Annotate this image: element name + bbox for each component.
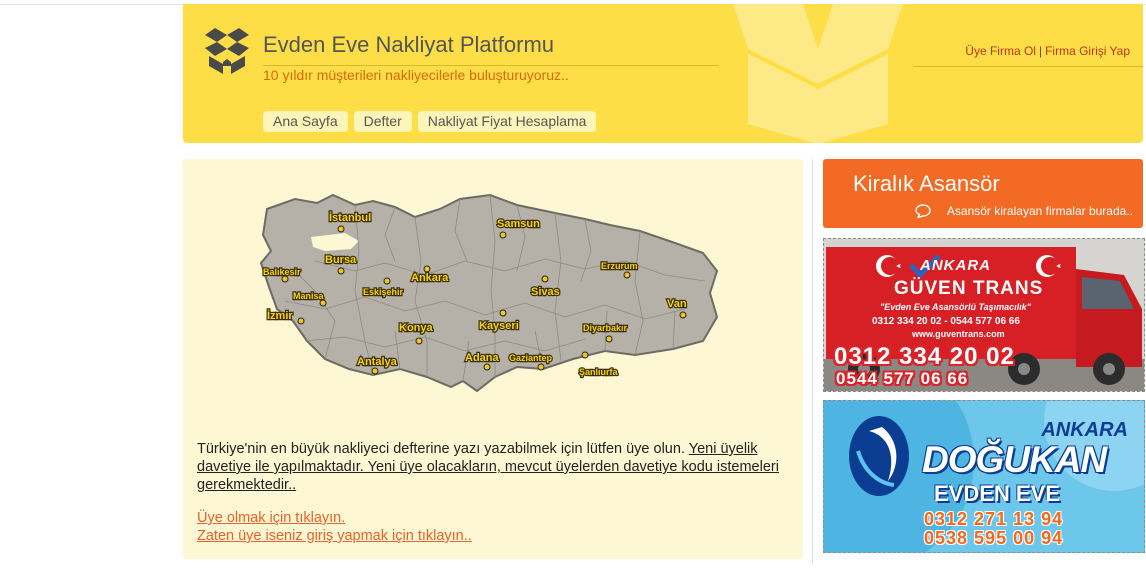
nav-defter[interactable]: Defter	[353, 111, 412, 132]
account-links: Üye Firma Ol | Firma Girişi Yap	[965, 44, 1130, 58]
ad1-phone-1: 0312 334 20 02	[834, 343, 1015, 370]
city-label-sivas[interactable]: Sivas	[530, 285, 561, 299]
register-firm-link[interactable]: Üye Firma Ol	[965, 44, 1036, 58]
city-label-istanbul[interactable]: İstanbul	[328, 210, 373, 225]
main-nav: Ana Sayfa Defter Nakliyat Fiyat Hesaplam…	[263, 111, 597, 132]
ad1-phone-line: 0312 334 20 02 - 0544 577 06 66	[872, 316, 1020, 327]
speech-bubble-icon	[915, 204, 931, 218]
city-marker-van[interactable]	[679, 311, 687, 319]
title-divider	[263, 65, 719, 66]
turkish-flag-icon	[1036, 255, 1061, 277]
city-label-izmir[interactable]: İzmir	[266, 308, 295, 323]
elevator-rental-banner[interactable]: Kiralık Asansör Asansör kiralayan firmal…	[823, 159, 1143, 228]
firm-login-link[interactable]: Firma Girişi Yap	[1045, 44, 1130, 58]
city-label-kayseri[interactable]: Kayseri	[478, 319, 520, 333]
login-link[interactable]: Zaten üye iseniz giriş yapmak için tıkla…	[197, 528, 472, 544]
city-marker-diyarbakr[interactable]	[605, 335, 613, 343]
intro-plain-text: Türkiye'nin en büyük nakliyeci defterine…	[197, 441, 689, 457]
site-header: Evden Eve Nakliyat Platformu 10 yıldır m…	[183, 4, 1143, 143]
city-marker-antalya[interactable]	[371, 367, 379, 375]
site-title[interactable]: Evden Eve Nakliyat Platformu	[263, 32, 554, 58]
guven-trans-ad[interactable]: ANKARA GÜVEN TRANS "Evden Eve Asansörlü …	[823, 238, 1145, 392]
open-box-illustration	[733, 4, 903, 143]
elevator-rental-title: Kiralık Asansör	[853, 171, 1000, 196]
register-link[interactable]: Üye olmak için tıklayın.	[197, 510, 345, 526]
city-label-erzurum[interactable]: Erzurum	[600, 260, 639, 272]
box-logo-icon	[205, 28, 249, 74]
city-label-adana[interactable]: Adana	[464, 351, 501, 365]
ad2-phone-2: 0538 595 00 94	[924, 528, 1064, 548]
city-marker-samsun[interactable]	[499, 231, 507, 239]
city-marker-erzurum[interactable]	[623, 271, 631, 279]
city-marker-adana[interactable]	[483, 363, 491, 371]
city-marker-izmir[interactable]	[297, 317, 305, 325]
city-label-gaziantep[interactable]: Gaziantep	[508, 352, 554, 364]
city-marker-bursa[interactable]	[337, 267, 345, 275]
city-marker-gaziantep[interactable]	[537, 363, 545, 371]
link-separator: |	[1038, 44, 1043, 58]
city-label-konya[interactable]: Konya	[398, 321, 435, 335]
dogukan-logo-icon	[849, 416, 909, 496]
city-label-anlurfa[interactable]: Şanlıurfa	[578, 366, 620, 378]
ad1-city: ANKARA	[920, 257, 991, 274]
ad2-phone-1: 0312 271 13 94	[924, 509, 1064, 529]
city-marker-istanbul[interactable]	[337, 225, 345, 233]
city-label-eskiehir[interactable]: Eskişehir	[362, 286, 405, 298]
city-label-diyarbakr[interactable]: Diyarbakır	[582, 322, 629, 334]
city-label-ankara[interactable]: Ankara	[410, 271, 451, 285]
city-marker-konya[interactable]	[415, 337, 423, 345]
ad1-company: GÜVEN TRANS	[894, 278, 1044, 299]
ad1-phone-2: 0544 577 06 66	[836, 369, 969, 388]
city-label-manisa[interactable]: Manisa	[292, 290, 326, 302]
dogukan-ad[interactable]: ANKARA DOĞUKAN EVDEN EVE 0312 271 13 94 …	[823, 400, 1145, 553]
city-marker-anlurfa[interactable]	[581, 351, 589, 359]
site-tagline: 10 yıldır müşterileri nakliyecilerle bul…	[263, 67, 569, 83]
column-divider	[812, 159, 813, 564]
city-label-balkesir[interactable]: Balıkesir	[262, 266, 302, 278]
ad2-subtitle: EVDEN EVE	[934, 481, 1060, 506]
city-label-van[interactable]: Van	[666, 297, 688, 311]
city-marker-sivas[interactable]	[541, 275, 549, 283]
nav-price-calculator[interactable]: Nakliyat Fiyat Hesaplama	[417, 111, 597, 132]
main-panel: İstanbul Samsun Balıkesir Bursa Eskişehir Ank…	[183, 159, 803, 559]
turkish-flag-icon	[876, 255, 901, 277]
city-label-bursa[interactable]: Bursa	[324, 253, 358, 267]
ad1-website: www.guventrans.com	[912, 329, 1005, 339]
nav-home[interactable]: Ana Sayfa	[263, 111, 348, 132]
ad1-slogan: "Evden Eve Asansörlü Taşımacılık"	[880, 302, 1031, 312]
links-divider	[913, 66, 1143, 67]
elevator-rental-subtitle: Asansör kiralayan firmalar burada..	[946, 204, 1133, 218]
turkey-map[interactable]: İstanbul Samsun Balıkesir Bursa Eskişehir Ank…	[255, 191, 735, 406]
city-label-samsun[interactable]: Samsun	[496, 217, 541, 231]
intro-text: Türkiye'nin en büyük nakliyeci defterine…	[197, 440, 787, 494]
ad2-company: DOĞUKAN	[922, 439, 1107, 480]
city-label-antalya[interactable]: Antalya	[356, 355, 399, 369]
city-marker-kayseri[interactable]	[499, 309, 507, 317]
city-marker-eskiehir[interactable]	[383, 277, 391, 285]
